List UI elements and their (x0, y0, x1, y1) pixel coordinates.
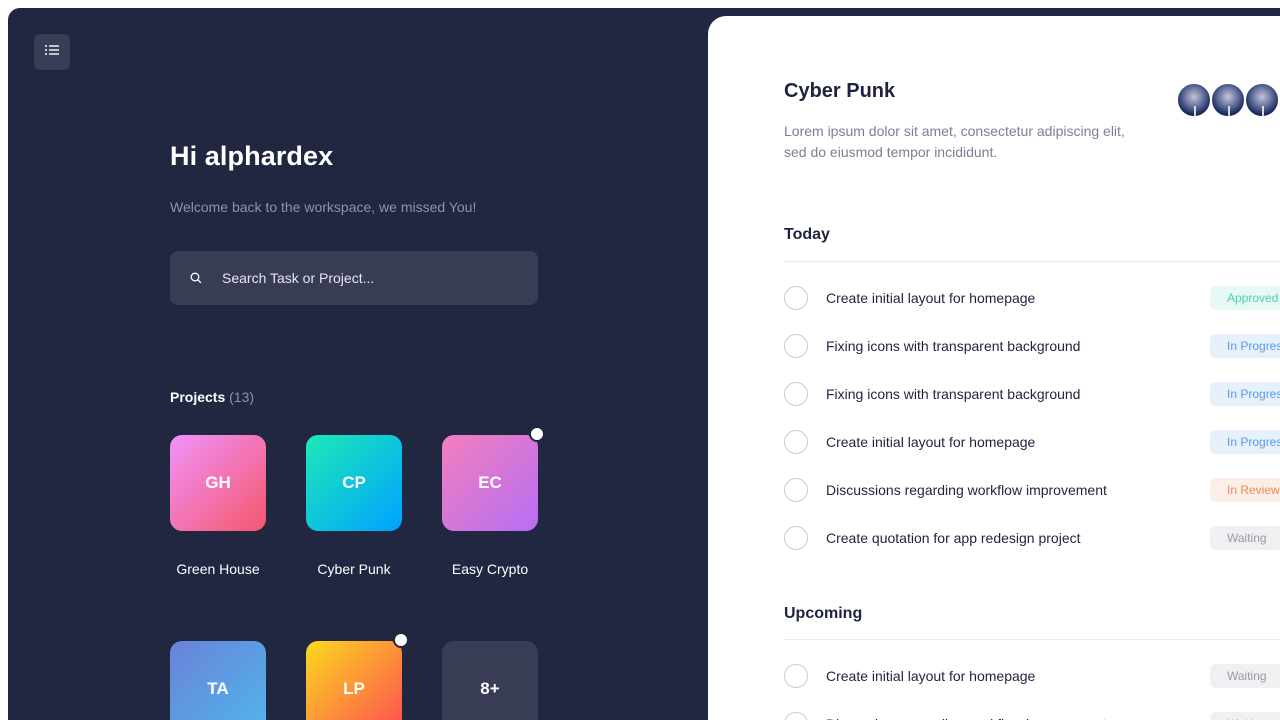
status-badge: Waiting (1210, 664, 1280, 688)
task-checkbox[interactable] (784, 286, 808, 310)
project-initials: 8+ (480, 679, 500, 698)
task-checkbox[interactable] (784, 430, 808, 454)
project-tile-cyber-punk[interactable]: CP (306, 435, 402, 531)
task-row[interactable]: Create initial layout for homepage Approv… (784, 284, 1280, 312)
task-checkbox[interactable] (784, 712, 808, 720)
project-title: Cyber Punk (784, 80, 896, 102)
today-divider (784, 261, 1280, 262)
member-avatar[interactable] (1244, 82, 1280, 118)
task-row[interactable]: Discussions regarding workflow improveme… (784, 476, 1280, 504)
task-title: Create initial layout for homepage (826, 434, 1036, 450)
project-name: Cyber Punk (317, 561, 391, 577)
upcoming-divider (784, 639, 1280, 640)
project-tile-easy-crypto[interactable]: EC (442, 435, 538, 531)
project-initials: GH (205, 473, 231, 492)
projects-count: (13) (229, 389, 255, 405)
member-avatar[interactable] (1210, 82, 1246, 118)
project-tile-8[interactable]: 8+ (442, 641, 538, 720)
project-detail-panel: Cyber Punk Lorem ipsum dolor sit amet, c… (708, 16, 1280, 720)
list-icon (45, 43, 59, 61)
status-badge: In Progress (1210, 334, 1280, 358)
notification-dot (529, 426, 545, 442)
status-badge: In Progress (1210, 430, 1280, 454)
status-badge: Waiting (1210, 712, 1280, 720)
status-badge: Waiting (1210, 526, 1280, 550)
task-row[interactable]: Fixing icons with transparent background… (784, 380, 1280, 408)
task-title: Create initial layout for homepage (826, 290, 1036, 306)
welcome-subtitle: Welcome back to the workspace, we missed… (170, 199, 477, 215)
project-tile-lp[interactable]: LP (306, 641, 402, 720)
status-badge: Approved (1210, 286, 1280, 310)
status-badge: In Progress (1210, 382, 1280, 406)
member-avatars (1176, 82, 1280, 118)
member-avatar[interactable] (1176, 82, 1212, 118)
task-checkbox[interactable] (784, 334, 808, 358)
notification-dot (393, 632, 409, 648)
project-initials: CP (342, 473, 366, 492)
today-heading: Today (784, 226, 830, 243)
task-title: Fixing icons with transparent background (826, 338, 1081, 354)
task-row[interactable]: Fixing icons with transparent background… (784, 332, 1280, 360)
task-title: Create quotation for app redesign projec… (826, 530, 1081, 546)
task-title: Create initial layout for homepage (826, 668, 1036, 684)
project-description: Lorem ipsum dolor sit amet, consectetur … (784, 123, 1125, 160)
project-initials: LP (343, 679, 365, 698)
project-initials: TA (207, 679, 229, 698)
greeting-title: Hi alphardex (170, 141, 334, 171)
task-row[interactable]: Create initial layout for homepage Waitin… (784, 662, 1280, 690)
upcoming-heading: Upcoming (784, 605, 863, 622)
task-checkbox[interactable] (784, 382, 808, 406)
menu-button[interactable] (34, 34, 70, 70)
projects-label: Projects (170, 389, 226, 405)
search-bar[interactable] (170, 251, 538, 305)
project-tile-ta[interactable]: TA (170, 641, 266, 720)
project-initials: EC (478, 473, 502, 492)
task-title: Discussions regarding workflow improveme… (826, 482, 1107, 498)
project-name: Green House (176, 561, 260, 577)
status-badge: In Review (1210, 478, 1280, 502)
task-row[interactable]: Create quotation for app redesign projec… (784, 524, 1280, 552)
task-checkbox[interactable] (784, 526, 808, 550)
search-input[interactable] (222, 270, 512, 286)
project-name: Easy Crypto (451, 561, 529, 577)
task-title: Discussions regarding workflow improveme… (826, 716, 1210, 720)
project-tile-green-house[interactable]: GH (170, 435, 266, 531)
task-row[interactable]: Create initial layout for homepage In Pro… (784, 428, 1280, 456)
task-title: Fixing icons with transparent background (826, 386, 1081, 402)
search-icon (189, 271, 203, 285)
task-row[interactable]: Discussions regarding workflow improveme… (784, 710, 1280, 720)
task-checkbox[interactable] (784, 664, 808, 688)
projects-heading: Projects (13) (170, 389, 254, 405)
task-checkbox[interactable] (784, 478, 808, 502)
